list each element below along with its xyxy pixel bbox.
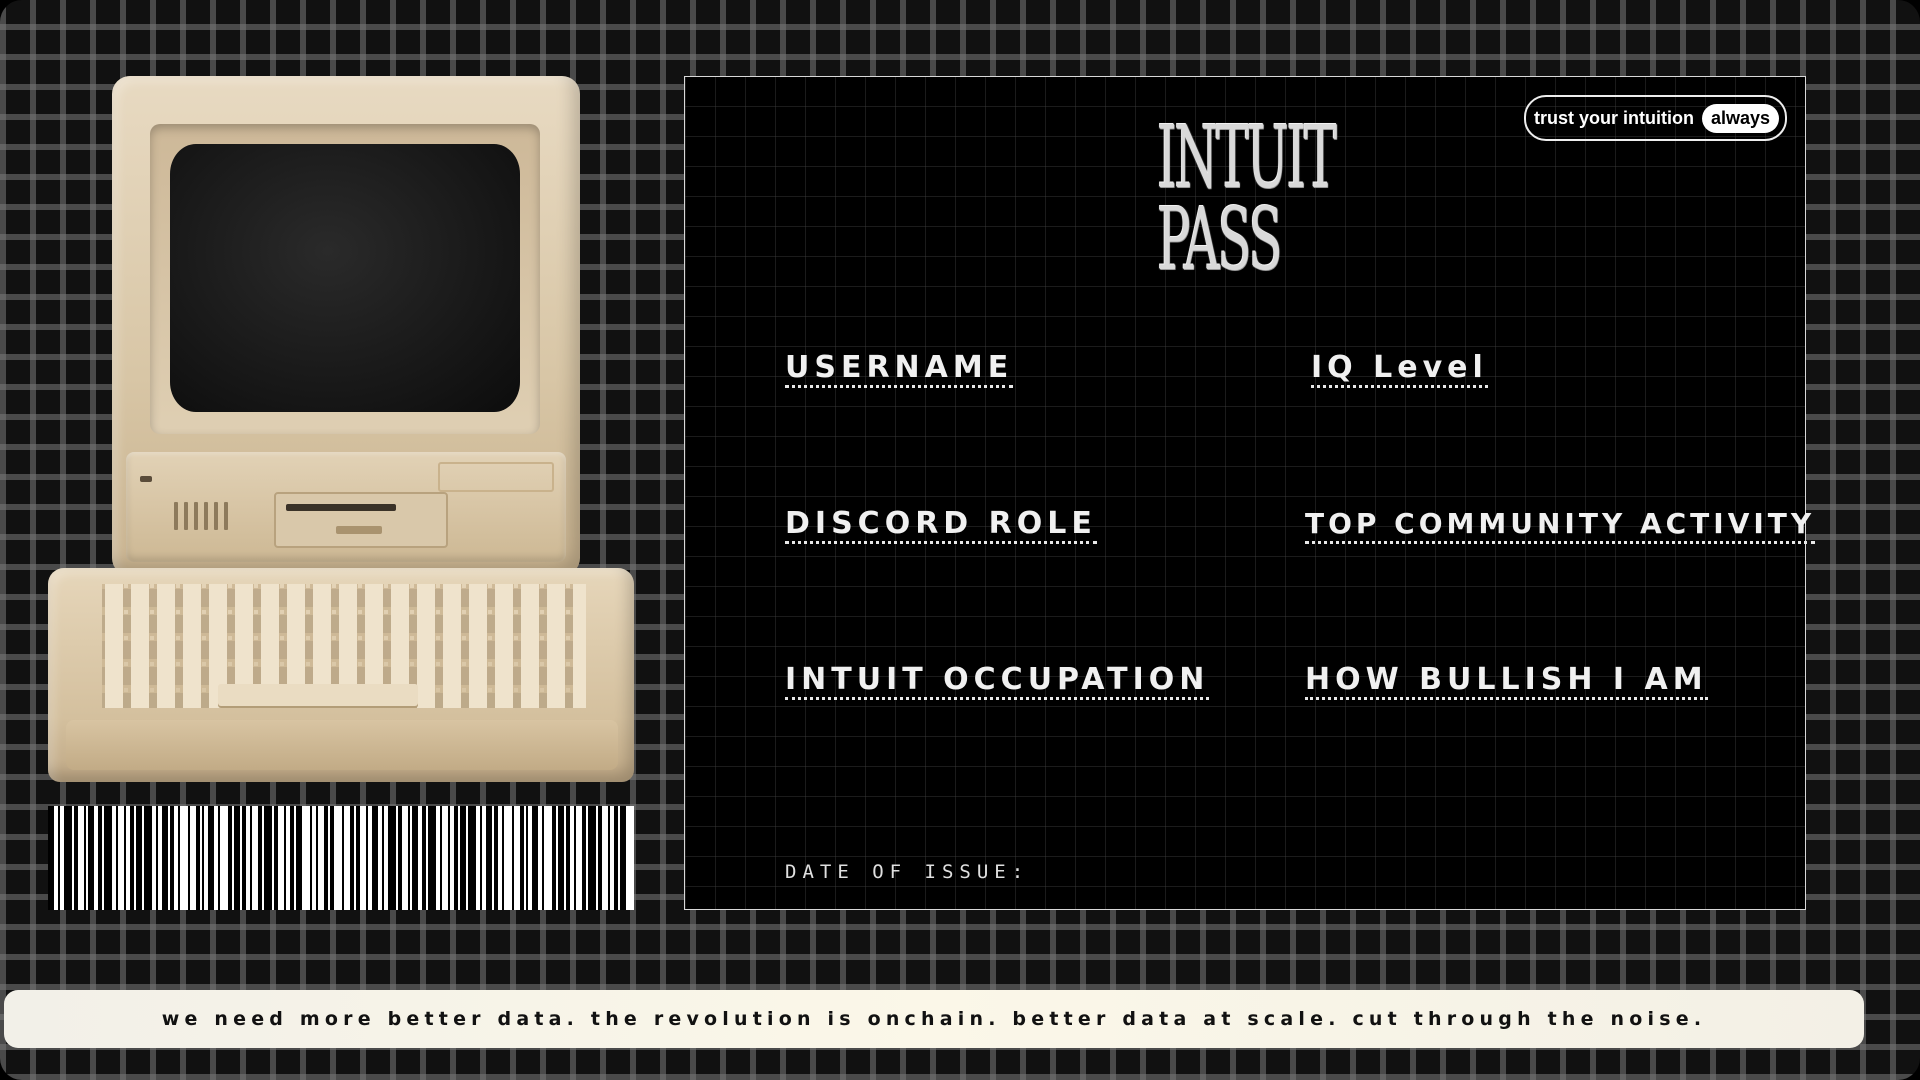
barcode-bar bbox=[468, 806, 476, 910]
barcode-bar bbox=[144, 806, 152, 910]
barcode-bar bbox=[220, 806, 228, 910]
barcode-bar bbox=[104, 806, 112, 910]
discord-role-label: DISCORD ROLE bbox=[785, 507, 1097, 544]
intuit-occupation-label: INTUIT OCCUPATION bbox=[785, 663, 1210, 700]
barcode-icon bbox=[48, 806, 634, 910]
logo-line-2: PASS bbox=[1157, 190, 1283, 290]
barcode-bar bbox=[626, 806, 634, 910]
drive-slot bbox=[286, 504, 396, 511]
power-led bbox=[140, 476, 152, 482]
iq-level-label: IQ Level bbox=[1311, 351, 1488, 388]
badge-pill: always bbox=[1701, 103, 1779, 133]
vent bbox=[194, 502, 198, 530]
barcode-bar bbox=[64, 806, 72, 910]
how-bullish-label: HOW BULLISH I AM bbox=[1305, 663, 1708, 700]
barcode-bar bbox=[302, 806, 310, 910]
vent bbox=[184, 502, 188, 530]
barcode-bar bbox=[504, 806, 512, 910]
slogan-ticker: we need more better data. the revolution… bbox=[4, 990, 1864, 1048]
vent bbox=[174, 502, 178, 530]
vent bbox=[214, 502, 218, 530]
date-of-issue-label: DATE OF ISSUE: bbox=[785, 861, 1030, 883]
monitor bbox=[112, 76, 580, 576]
vent bbox=[204, 502, 208, 530]
retro-computer-icon bbox=[48, 72, 643, 787]
badge-text: trust your intuition bbox=[1533, 107, 1694, 128]
intuit-pass-card: INTUIT PASS trust your intuition always … bbox=[0, 0, 1920, 1080]
barcode-bar bbox=[180, 806, 188, 910]
spacebar bbox=[218, 684, 418, 706]
intuit-pass-logo: INTUIT PASS bbox=[1157, 108, 1337, 290]
barcode-bar bbox=[334, 806, 342, 910]
barcode-bar bbox=[544, 806, 552, 910]
barcode-bar bbox=[388, 806, 396, 910]
logo-line-1: INTUIT bbox=[1157, 108, 1337, 208]
top-community-activity-label: TOP COMMUNITY ACTIVITY bbox=[1305, 507, 1816, 544]
vent bbox=[224, 502, 228, 530]
barcode-bar bbox=[428, 806, 436, 910]
drive-button bbox=[336, 526, 382, 534]
monitor-bezel bbox=[150, 124, 540, 434]
floppy-drive bbox=[274, 492, 448, 548]
monitor-screen bbox=[170, 144, 520, 412]
keyboard bbox=[48, 568, 634, 782]
username-label: USERNAME bbox=[785, 351, 1014, 388]
computer-base-panel bbox=[126, 452, 566, 562]
barcode-bar bbox=[588, 806, 596, 910]
trust-badge: trust your intuition always bbox=[1523, 95, 1787, 141]
keyboard-front bbox=[66, 720, 618, 770]
barcode-bar bbox=[264, 806, 272, 910]
panel-plate bbox=[438, 462, 554, 492]
pass-panel: INTUIT PASS trust your intuition always … bbox=[684, 76, 1816, 910]
